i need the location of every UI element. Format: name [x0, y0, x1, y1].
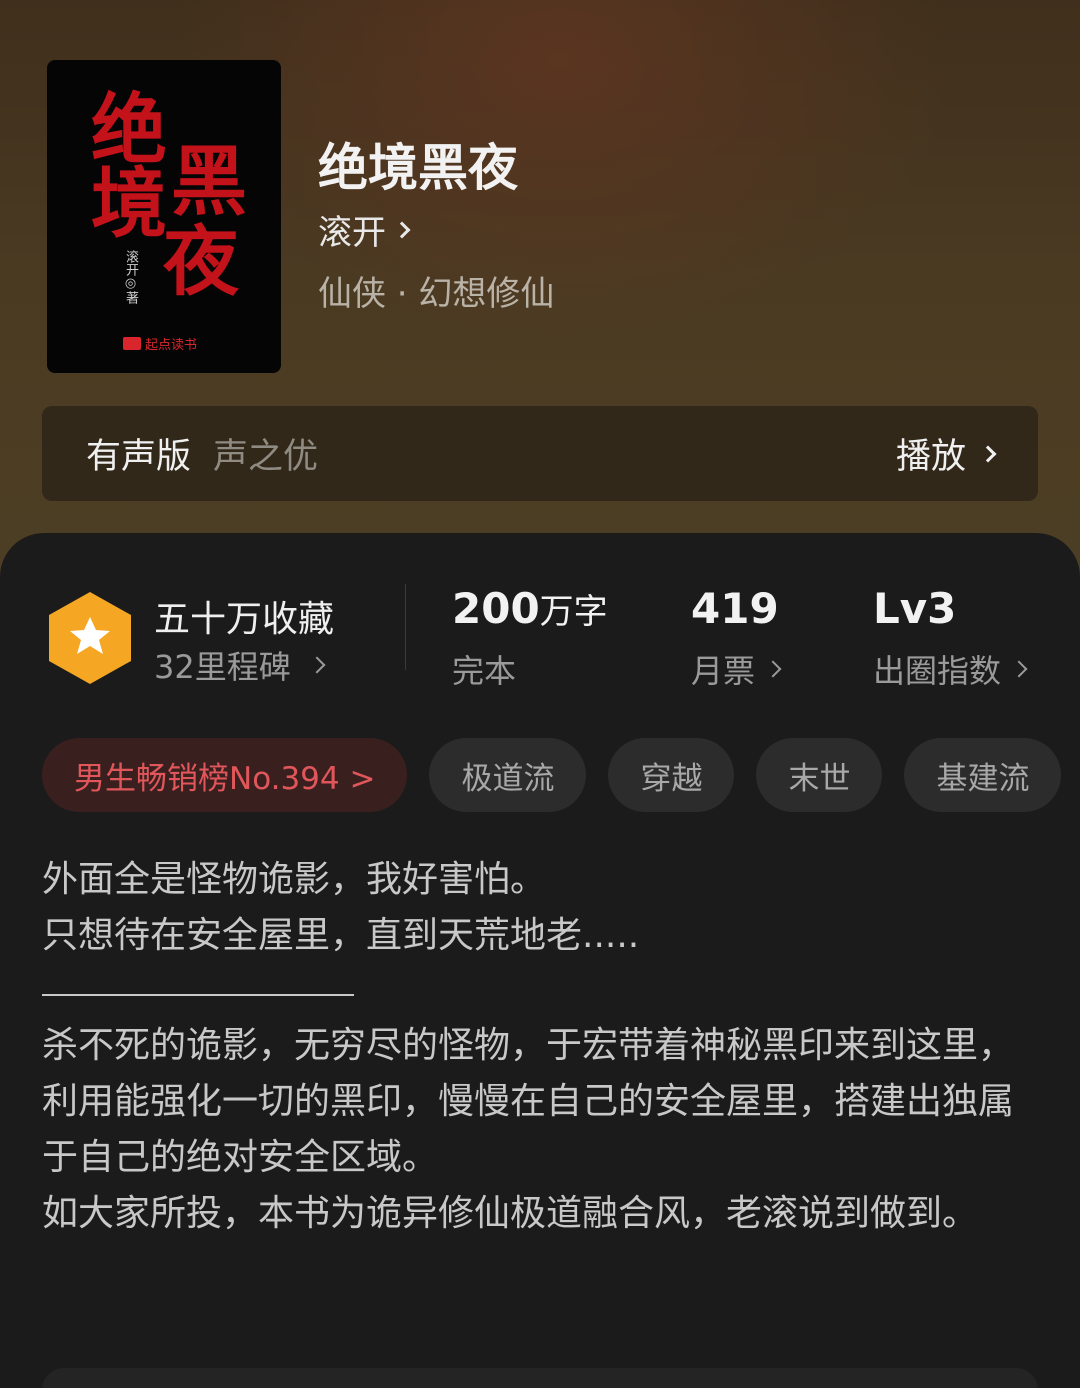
synopsis-separator: [42, 994, 354, 996]
tag-chip[interactable]: 末世: [756, 738, 883, 812]
chevron-right-icon: [764, 660, 782, 678]
star-badge-icon: [49, 592, 131, 684]
word-count-number: 200: [452, 584, 540, 633]
author-name: 滚开: [318, 213, 386, 253]
synopsis[interactable]: 外面全是怪物诡影，我好害怕。 只想待在安全屋里，直到天荒地老..... 杀不死的…: [42, 852, 1032, 1242]
audiobook-narrator: 声之优: [213, 437, 319, 477]
chevron-right-icon: [1010, 660, 1028, 678]
monthly-ticket-label: 月票: [691, 652, 756, 690]
completion-status: 完本: [452, 646, 516, 692]
publisher-logo-icon: [123, 337, 141, 350]
chevron-right-icon: [979, 445, 997, 462]
cover-title-char: 境: [91, 159, 167, 248]
tag-chip[interactable]: 极道流: [429, 738, 587, 812]
book-cover[interactable]: 绝 境 黑 夜 滚开◎著 起点读书: [47, 60, 281, 373]
monthly-ticket-link[interactable]: 月票: [691, 646, 782, 692]
word-count-unit: 万字: [539, 592, 608, 632]
audiobook-bar[interactable]: 有声版 声之优 播放: [42, 406, 1038, 501]
milestone-link[interactable]: 32里程碑: [154, 642, 326, 688]
cover-title-char: 夜: [163, 217, 239, 306]
completion-label: 完本: [452, 652, 517, 690]
tag-chip[interactable]: 基建流: [904, 738, 1062, 812]
book-genre: 仙侠 · 幻想修仙: [318, 274, 555, 314]
next-section-card: [42, 1368, 1038, 1388]
audiobook-label: 有声版: [86, 437, 192, 477]
popularity-level: Lv3: [873, 584, 957, 633]
synopsis-paragraph: 如大家所投，本书为诡异修仙极道融合风，老滚说到做到。: [42, 1193, 979, 1234]
tag-chip[interactable]: 穿越: [608, 738, 735, 812]
synopsis-line: 只想待在安全屋里，直到天荒地老.....: [42, 915, 640, 956]
popularity-index-link[interactable]: 出圈指数: [873, 646, 1028, 692]
divider: [405, 584, 406, 670]
cover-title-char: 绝: [91, 85, 167, 174]
milestone-label: 32里程碑: [154, 648, 291, 686]
cover-publisher-name: 起点读书: [145, 338, 198, 353]
play-label: 播放: [895, 437, 966, 477]
book-title: 绝境黑夜: [318, 138, 518, 197]
cover-title-char: 黑: [171, 137, 247, 226]
synopsis-line: 外面全是怪物诡影，我好害怕。: [42, 859, 547, 900]
popularity-index-label: 出圈指数: [873, 652, 1002, 690]
cover-publisher: 起点读书: [123, 334, 197, 353]
chevron-right-icon: [393, 221, 411, 238]
collection-count: 五十万收藏: [154, 599, 335, 640]
chevron-right-icon: [308, 656, 326, 674]
word-count: 200万字: [452, 584, 608, 633]
cover-author: 滚开◎著: [123, 250, 138, 304]
ranking-tag[interactable]: 男生畅销榜No.394 >: [42, 738, 408, 812]
play-button[interactable]: 播放: [895, 428, 997, 479]
monthly-ticket-count: 419: [691, 584, 779, 633]
author-link[interactable]: 滚开: [318, 205, 411, 254]
tag-row: 男生畅销榜No.394 > 极道流 穿越 末世 基建流: [42, 738, 1062, 812]
synopsis-paragraph: 杀不死的诡影，无穷尽的怪物，于宏带着神秘黑印来到这里，利用能强化一切的黑印，慢慢…: [42, 1025, 1015, 1178]
